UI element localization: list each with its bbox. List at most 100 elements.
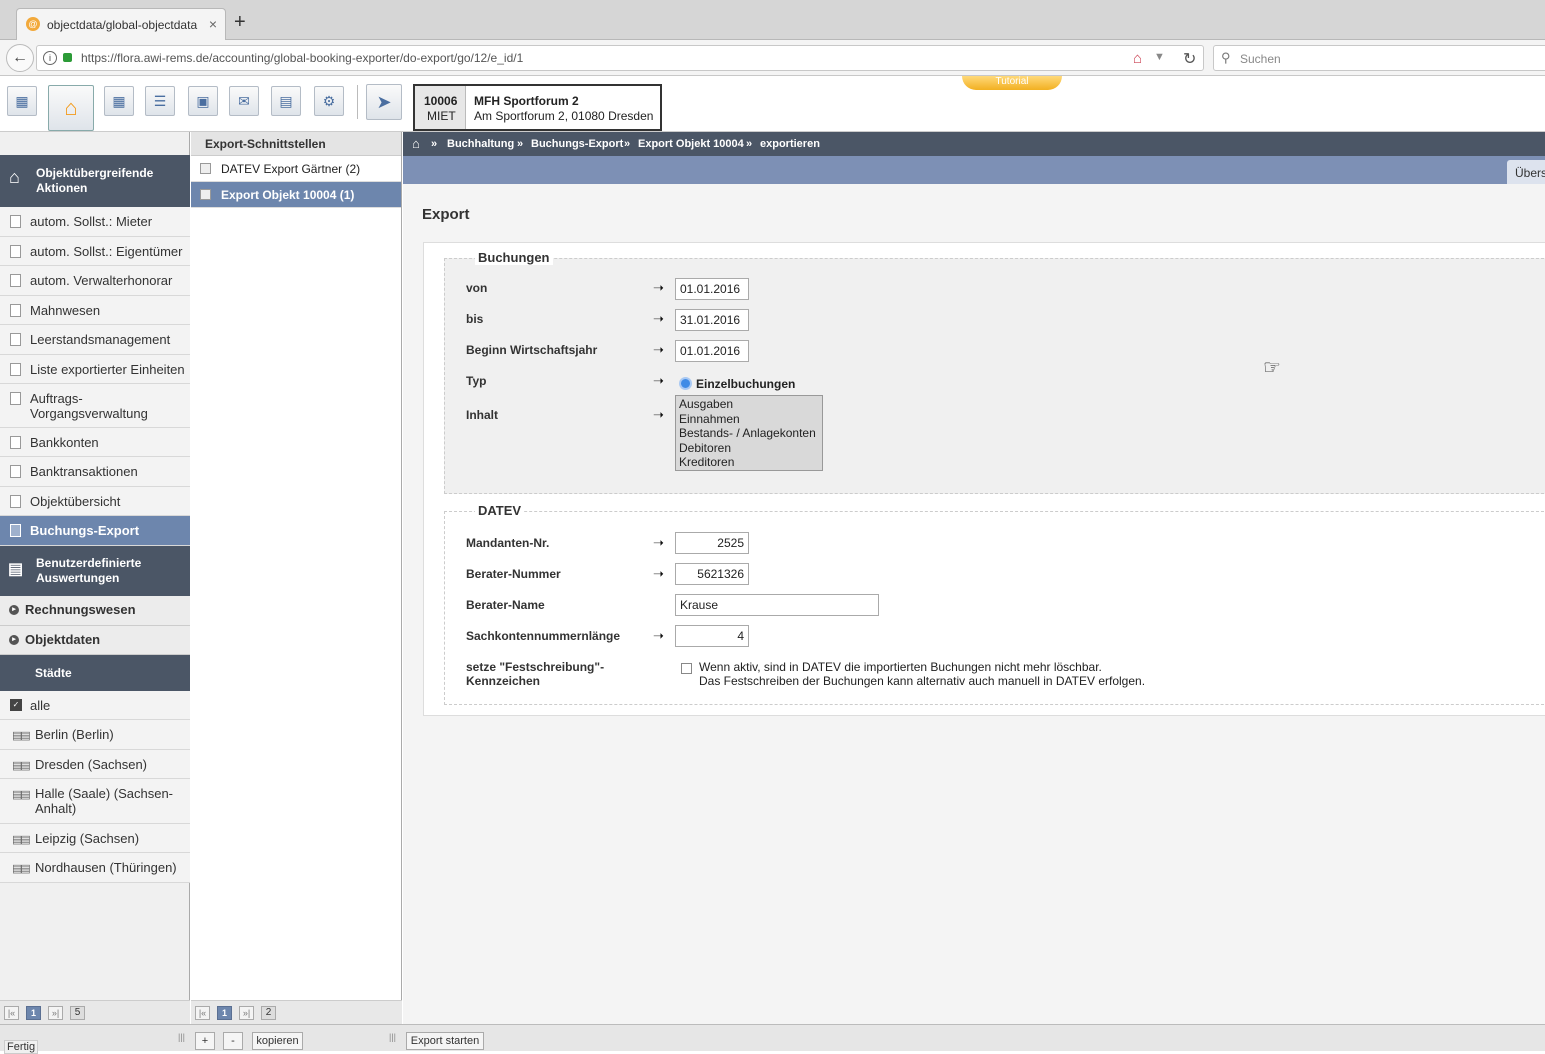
nav-item-objektuebersicht[interactable]: Objektübersicht xyxy=(0,487,190,516)
rocket-icon[interactable]: ➤ xyxy=(366,84,402,120)
breadcrumb-item[interactable]: Buchungs-Export xyxy=(531,138,623,150)
inhalt-option[interactable]: Debitoren xyxy=(679,441,819,456)
pager-first-button[interactable]: |« xyxy=(4,1006,19,1020)
breadcrumb-item[interactable]: Export Objekt 10004 xyxy=(638,138,744,150)
buildings-icon: ▤▤ xyxy=(12,730,31,742)
buildings-icon: ▤▤ xyxy=(12,863,31,875)
document-icon xyxy=(10,304,21,317)
back-button[interactable]: ← xyxy=(6,44,34,72)
remove-button[interactable]: - xyxy=(223,1032,243,1050)
breadcrumb-item[interactable]: Buchhaltung xyxy=(447,138,514,150)
document-icon xyxy=(200,163,211,174)
home-icon[interactable]: ⌂ xyxy=(412,136,420,151)
field-label-berater-nr: Berater-Nummer xyxy=(466,567,561,581)
pager-last-button[interactable]: »| xyxy=(239,1006,254,1020)
breadcrumb: ⌂ » Buchhaltung » Buchungs-Export » Expo… xyxy=(403,132,1545,156)
info-icon[interactable]: i xyxy=(43,51,57,65)
new-tab-button[interactable]: + xyxy=(234,12,246,32)
list-icon[interactable]: ☰ xyxy=(145,86,175,116)
city-item[interactable]: ▤▤ Leipzig (Sachsen) xyxy=(0,824,190,853)
inhalt-option[interactable]: Ausgaben xyxy=(679,397,819,412)
beginn-date-input[interactable]: 01.01.2016 xyxy=(675,340,749,362)
nav-section-objektdaten[interactable]: ▸ Objektdaten xyxy=(0,626,190,655)
tab-close-icon[interactable]: × xyxy=(209,16,217,32)
pager-last-button[interactable]: »| xyxy=(48,1006,63,1020)
nav-item-banktransaktionen[interactable]: Banktransaktionen xyxy=(0,457,190,487)
inhalt-multiselect[interactable]: Ausgaben Einnahmen Bestands- / Anlagekon… xyxy=(675,395,823,471)
city-item[interactable]: ▤▤ Halle (Saale) (Sachsen-Anhalt) xyxy=(0,779,190,824)
nav-section-label: Objektdaten xyxy=(25,632,101,647)
bar-chart-icon: ▤ xyxy=(8,561,24,578)
inhalt-option[interactable]: Einnahmen xyxy=(679,412,819,427)
nav-item-mahnwesen[interactable]: Mahnwesen xyxy=(0,296,190,325)
city-item[interactable]: ▤▤ Berlin (Berlin) xyxy=(0,720,190,750)
chevron-down-icon[interactable]: ▼ xyxy=(1154,51,1165,63)
buildings-icon: ▤▤ xyxy=(12,760,31,772)
resize-grip-icon[interactable]: ||| xyxy=(389,1032,396,1042)
city-item[interactable]: ▤▤ Dresden (Sachsen) xyxy=(0,750,190,779)
url-text[interactable]: https://flora.awi-rems.de/accounting/glo… xyxy=(81,51,523,65)
resize-grip-icon[interactable]: ||| xyxy=(178,1032,185,1042)
city-label: Berlin (Berlin) xyxy=(35,727,114,742)
field-label-typ: Typ xyxy=(466,374,487,388)
city-item[interactable]: ▤▤ Nordhausen (Thüringen) xyxy=(0,853,190,883)
home-icon[interactable]: ⌂ xyxy=(48,85,94,131)
inbox-icon[interactable]: ▤ xyxy=(271,86,301,116)
inhalt-option[interactable]: Bestands- / Anlagekonten xyxy=(679,426,819,441)
festschreibung-note-2: Das Festschreiben der Buchungen kann alt… xyxy=(699,674,1146,688)
contact-card-icon[interactable]: ▦ xyxy=(7,86,37,116)
browser-tab[interactable]: @ objectdata/global-objectdata × xyxy=(16,8,226,40)
pdf-icon[interactable]: ▣ xyxy=(188,86,218,116)
city-label: Nordhausen (Thüringen) xyxy=(35,860,177,875)
export-list-item[interactable]: DATEV Export Gärtner (2) xyxy=(191,156,401,182)
fieldset-legend: Buchungen xyxy=(475,250,553,265)
copy-button[interactable]: kopieren xyxy=(252,1032,303,1050)
search-input[interactable]: ⚲ Suchen xyxy=(1213,45,1545,71)
export-list-item-selected[interactable]: Export Objekt 10004 (1) xyxy=(191,182,401,208)
nav-item-vorgangsverwaltung[interactable]: Auftrags-Vorgangsverwaltung xyxy=(0,384,190,428)
home-icon[interactable]: ⌂ xyxy=(1133,50,1142,67)
tab-title: objectdata/global-objectdata xyxy=(47,18,198,32)
nav-item-buchungs-export[interactable]: Buchungs-Export xyxy=(0,516,190,546)
city-filter-all[interactable]: ✓ alle xyxy=(0,691,190,720)
field-label-bis: bis xyxy=(466,312,484,326)
berater-nr-input[interactable]: 5621326 xyxy=(675,563,749,585)
nav-item-bankkonten[interactable]: Bankkonten xyxy=(0,428,190,457)
lock-icon xyxy=(63,53,72,62)
current-object-box[interactable]: 10006 MIET MFH Sportforum 2 Am Sportforu… xyxy=(413,84,662,131)
bottom-bar: Fertig ||| + - kopieren ||| Export start… xyxy=(0,1024,1545,1054)
nav-section-rechnungswesen[interactable]: ▸ Rechnungswesen xyxy=(0,596,190,626)
gear-icon[interactable]: ⚙ xyxy=(314,86,344,116)
pager-current-page[interactable]: 1 xyxy=(217,1006,232,1020)
nav-group-auswertungen[interactable]: ▤ Benutzerdefinierte Auswertungen xyxy=(0,546,190,596)
bis-date-input[interactable]: 31.01.2016 xyxy=(675,309,749,331)
typ-radio-label[interactable]: Einzelbuchungen xyxy=(696,377,795,391)
reload-icon[interactable]: ↻ xyxy=(1183,49,1196,69)
typ-radio-einzelbuchungen[interactable] xyxy=(679,377,692,390)
tab-uebersicht[interactable]: Übers xyxy=(1507,160,1545,184)
tutorial-tab[interactable]: Tutorial xyxy=(962,76,1062,90)
export-start-button[interactable]: Export starten xyxy=(406,1032,484,1050)
festschreibung-checkbox[interactable] xyxy=(681,663,692,674)
mail-icon[interactable]: ✉ xyxy=(229,86,259,116)
von-date-input[interactable]: 01.01.2016 xyxy=(675,278,749,300)
nav-item-leerstand[interactable]: Leerstandsmanagement xyxy=(0,325,190,355)
nav-item-sollst-eigentuemer[interactable]: autom. Sollst.: Eigentümer xyxy=(0,237,190,266)
document-icon xyxy=(10,465,21,478)
add-button[interactable]: + xyxy=(195,1032,215,1050)
berater-name-input[interactable]: Krause xyxy=(675,594,879,616)
sachkonten-input[interactable]: 4 xyxy=(675,625,749,647)
pager-first-button[interactable]: |« xyxy=(195,1006,210,1020)
nav-item-verwalterhonorar[interactable]: autom. Verwalterhonorar xyxy=(0,266,190,296)
festschreibung-note-1: Wenn aktiv, sind in DATEV die importiert… xyxy=(699,660,1102,674)
inhalt-option[interactable]: Kreditoren xyxy=(679,455,819,470)
nav-item-label: Bankkonten xyxy=(30,435,99,450)
mandant-input[interactable]: 2525 xyxy=(675,532,749,554)
export-interface-panel: Export-Schnittstellen DATEV Export Gärtn… xyxy=(191,132,402,1024)
calendar-icon[interactable]: ▦ xyxy=(104,86,134,116)
nav-item-sollst-mieter[interactable]: autom. Sollst.: Mieter xyxy=(0,207,190,237)
address-bar[interactable]: i https://flora.awi-rems.de/accounting/g… xyxy=(36,45,1204,71)
nav-group-objektuebergreifend[interactable]: ⌂ Objektübergreifende Aktionen xyxy=(0,155,190,207)
pager-current-page[interactable]: 1 xyxy=(26,1006,41,1020)
nav-item-export-einheiten[interactable]: Liste exportierter Einheiten xyxy=(0,355,190,384)
